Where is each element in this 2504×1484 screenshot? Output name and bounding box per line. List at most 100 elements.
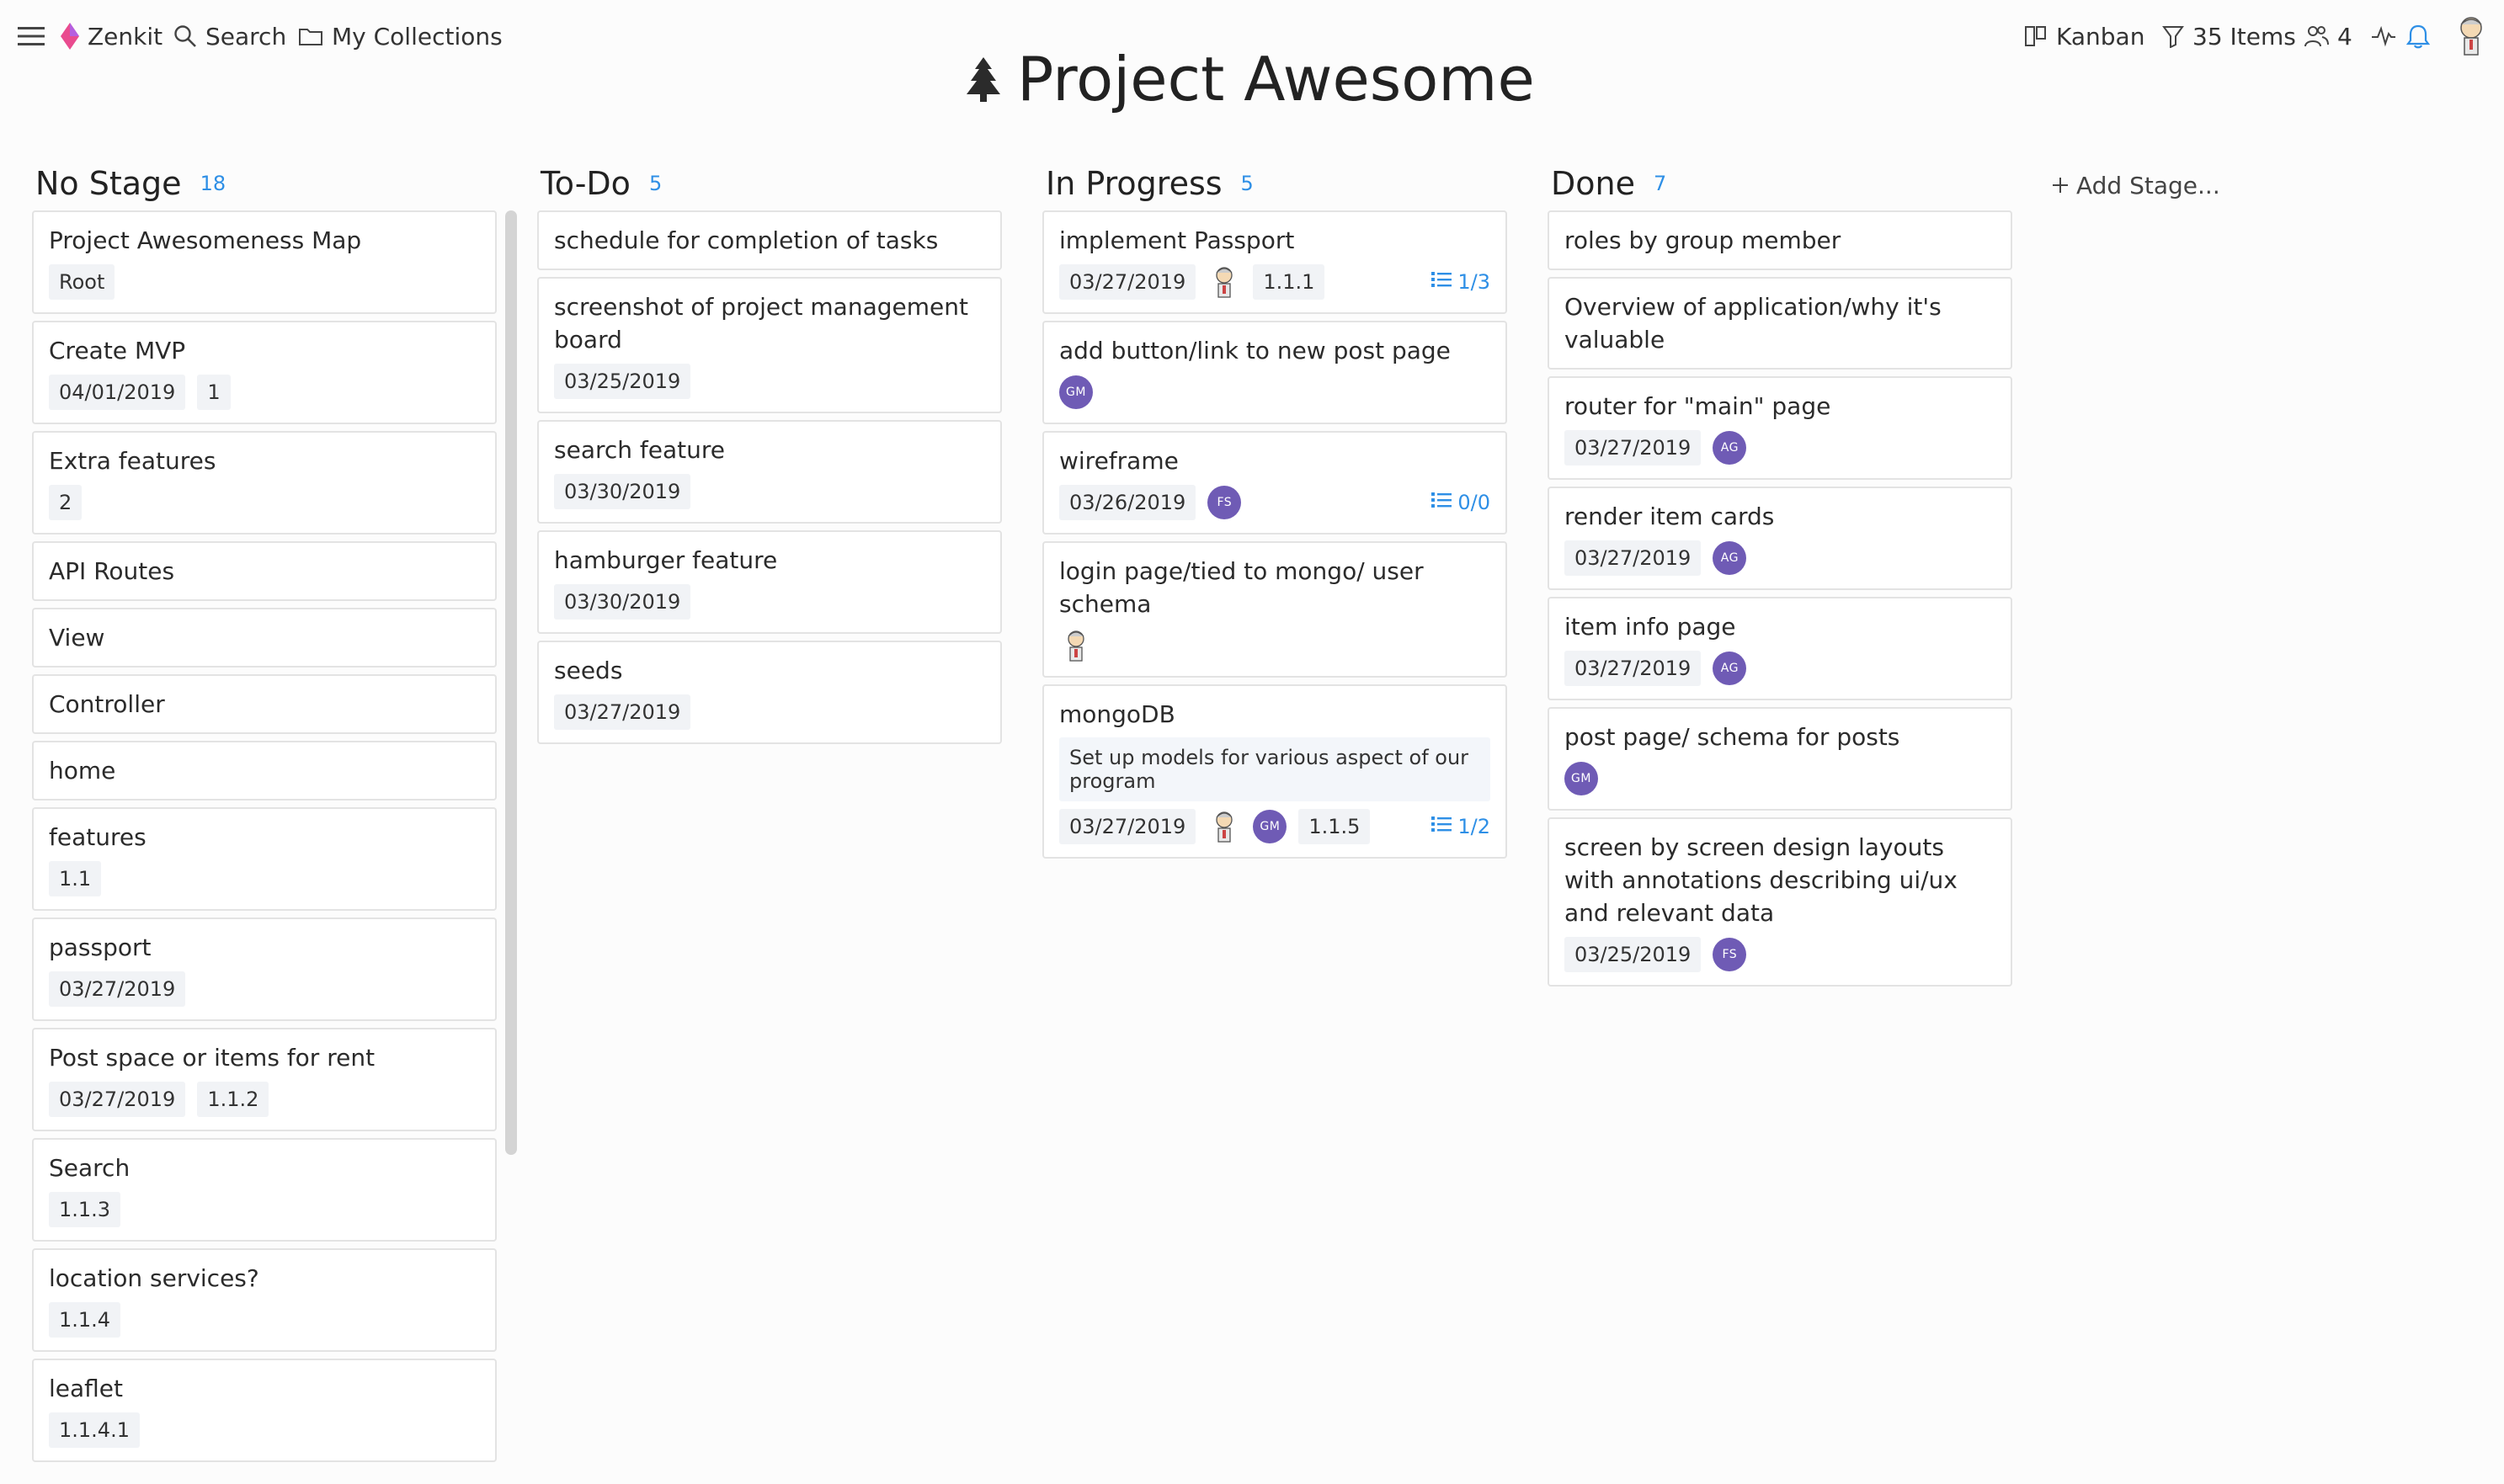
card-title: Extra features (49, 447, 216, 475)
card-meta: 1.1.4.1 (49, 1412, 480, 1449)
card-title: seeds (554, 657, 623, 684)
checklist-progress[interactable]: 1/2 (1430, 815, 1490, 838)
members-button[interactable]: 4 (2304, 17, 2352, 56)
card-title: add button/link to new post page (1059, 337, 1451, 364)
task-card[interactable]: implement Passport 03/27/2019 1.1.1 1/3 (1042, 210, 1507, 314)
due-date-chip: 03/27/2019 (49, 971, 186, 1007)
card-title: API Routes (49, 557, 175, 585)
due-date-chip: 03/27/2019 (1564, 540, 1702, 576)
stage-count: 5 (1240, 172, 1254, 195)
stage-title: No Stage (35, 165, 182, 202)
assignee-avatar[interactable]: AG (1713, 541, 1747, 575)
task-card[interactable]: location services? 1.1.4 (32, 1248, 497, 1352)
task-card[interactable]: Post space or items for rent 03/27/2019 1.… (32, 1028, 497, 1131)
stage-header[interactable]: To-Do 5 (537, 160, 1002, 207)
tree-icon (967, 57, 1000, 102)
assignee-avatar[interactable]: GM (1564, 762, 1598, 795)
task-card[interactable]: login page/tied to mongo/ user schema (1042, 541, 1507, 678)
task-card[interactable]: hamburger feature 03/30/2019 (537, 530, 1002, 634)
activity-button[interactable] (2371, 17, 2396, 56)
due-date-chip: 03/25/2019 (554, 364, 691, 399)
stage-header[interactable]: No Stage 18 (32, 160, 497, 207)
assignee-avatar-icon[interactable] (1059, 629, 1093, 662)
task-card[interactable]: passport 03/27/2019 (32, 918, 497, 1021)
filter-button[interactable]: 35 Items (2162, 17, 2296, 56)
card-title: location services? (49, 1264, 259, 1292)
task-card[interactable]: screenshot of project management board 03… (537, 277, 1002, 413)
task-card[interactable]: features 1.1 (32, 807, 497, 911)
label-chip: 1 (197, 375, 231, 410)
task-card[interactable]: router for "main" page 03/27/2019 AG (1548, 376, 2012, 480)
label-chip: 1.1.4.1 (49, 1412, 140, 1448)
due-date-chip: 03/25/2019 (1564, 937, 1702, 972)
stage-title: Done (1551, 165, 1635, 202)
task-card[interactable]: Create MVP 04/01/2019 1 (32, 321, 497, 424)
task-card[interactable]: home (32, 741, 497, 801)
task-card[interactable]: roles by group member (1548, 210, 2012, 270)
due-date-chip: 03/27/2019 (554, 694, 691, 730)
menu-button[interactable] (17, 17, 45, 56)
card-meta: 03/26/2019 FS 0/0 (1059, 484, 1490, 521)
task-card[interactable]: API Routes (32, 541, 497, 601)
task-card[interactable]: Controller (32, 674, 497, 734)
card-title: item info page (1564, 613, 1736, 641)
assignee-avatar[interactable]: GM (1253, 810, 1287, 843)
task-card[interactable]: schedule for completion of tasks (537, 210, 1002, 270)
user-avatar-icon (2460, 17, 2482, 56)
label-chip: 2 (49, 485, 83, 520)
task-card[interactable]: item info page 03/27/2019 AG (1548, 597, 2012, 700)
task-card[interactable]: Search 1.1.3 (32, 1138, 497, 1242)
task-card[interactable]: screen by screen design layouts with ann… (1548, 817, 2012, 987)
brand-name: Zenkit (88, 22, 163, 51)
assignee-avatar-icon[interactable] (1207, 265, 1241, 299)
card-meta: 03/27/2019 1.1.2 (49, 1081, 480, 1118)
my-collections-button[interactable]: My Collections (298, 17, 503, 56)
assignee-avatar[interactable]: AG (1713, 652, 1747, 685)
assignee-avatar[interactable]: GM (1059, 375, 1093, 409)
label-chip: 1.1.5 (1298, 809, 1371, 844)
task-card[interactable]: seeds 03/27/2019 (537, 641, 1002, 744)
task-card[interactable]: render item cards 03/27/2019 AG (1548, 487, 2012, 590)
card-title: Create MVP (49, 337, 186, 364)
task-card[interactable]: Extra features 2 (32, 431, 497, 535)
task-card[interactable]: wireframe 03/26/2019 FS 0/0 (1042, 431, 1507, 535)
notifications-button[interactable] (2406, 17, 2430, 56)
kanban-icon (2025, 26, 2046, 46)
assignee-avatar[interactable]: FS (1207, 486, 1242, 519)
checklist-progress[interactable]: 1/3 (1430, 270, 1490, 294)
card-meta: 03/27/2019 GM 1.1.5 1/2 (1059, 808, 1490, 845)
task-card[interactable]: search feature 03/30/2019 (537, 420, 1002, 524)
task-card[interactable]: Overview of application/why it's valuabl… (1548, 277, 2012, 370)
user-avatar-button[interactable] (2453, 13, 2489, 59)
task-card[interactable]: View (32, 608, 497, 668)
task-card[interactable]: Project Awesomeness Map Root (32, 210, 497, 314)
assignee-avatar[interactable]: AG (1713, 431, 1747, 465)
folder-icon (299, 29, 322, 45)
assignee-avatar-icon[interactable] (1207, 810, 1241, 843)
view-switcher[interactable]: Kanban (2024, 17, 2144, 56)
stage-count: 18 (200, 172, 226, 195)
checklist-icon (1430, 270, 1452, 294)
card-meta: 03/27/2019 (49, 971, 480, 1008)
stage-column-in-progress: In Progress 5 implement Passport 03/27/20… (1042, 160, 1507, 865)
card-list: implement Passport 03/27/2019 1.1.1 1/3 add … (1042, 210, 1507, 859)
add-stage-button[interactable]: Add Stage... (2051, 167, 2220, 204)
card-title: passport (49, 933, 152, 961)
column-scrollbar[interactable] (505, 210, 517, 1155)
task-card[interactable]: post page/ schema for posts GM (1548, 707, 2012, 811)
card-meta: 1.1 (49, 860, 480, 897)
card-title: schedule for completion of tasks (554, 226, 939, 254)
task-card[interactable]: mongoDB Set up models for various aspect … (1042, 684, 1507, 859)
brand-link[interactable]: Zenkit (61, 17, 162, 56)
due-date-chip: 03/30/2019 (554, 584, 691, 620)
stage-header[interactable]: Done 7 (1548, 160, 2012, 207)
checklist-progress[interactable]: 0/0 (1430, 491, 1490, 514)
filter-icon (2162, 26, 2184, 48)
search-button[interactable]: Search (173, 17, 286, 56)
assignee-avatar[interactable]: FS (1713, 938, 1747, 971)
task-card[interactable]: leaflet 1.1.4.1 (32, 1359, 497, 1462)
stage-header[interactable]: In Progress 5 (1042, 160, 1507, 207)
card-list: roles by group member Overview of applica… (1548, 210, 2012, 987)
items-count: 35 Items (2192, 22, 2296, 51)
task-card[interactable]: add button/link to new post page GM (1042, 321, 1507, 424)
